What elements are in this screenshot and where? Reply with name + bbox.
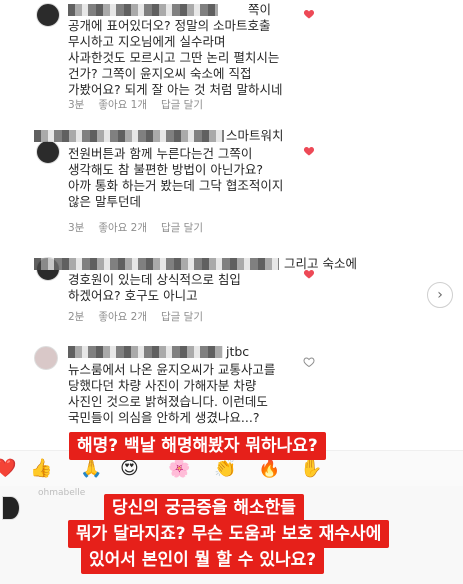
comment-meta: 2분 좋아요 2개 답글 달기: [68, 309, 203, 324]
flower-emoji[interactable]: 🌸: [168, 459, 190, 479]
heart-outline-icon[interactable]: [303, 356, 315, 368]
timestamp: 2분: [68, 311, 85, 323]
comment-2: 스마트워치 전원버튼과 함께 누른다는건 그쪽이 생각해도 참 불편한 방법이 …: [0, 128, 463, 238]
likes-count[interactable]: 좋아요 2개: [98, 309, 147, 324]
username-handle: ohmabelle: [38, 488, 86, 498]
reply-button[interactable]: 답글 달기: [161, 309, 203, 324]
comment-text: 전원버튼과 함께 누른다는건 그쪽이: [68, 146, 253, 161]
thumbs-up-emoji[interactable]: 👍: [30, 459, 52, 479]
comment-text: 공개에 표어있더오? 정말의 소마트호출: [68, 18, 271, 33]
comment-meta: 3분 좋아요 1개 답글 달기: [68, 97, 203, 112]
folded-hands-emoji[interactable]: 🙏: [80, 459, 102, 479]
story-caption-line-2: 뭐가 달라지죠? 무슨 도움과 보호 재수사에: [68, 520, 390, 548]
heart-icon[interactable]: [303, 8, 315, 20]
timestamp: 3분: [68, 222, 85, 234]
fire-emoji[interactable]: 🔥: [258, 459, 280, 479]
comment-text: 하겠어요? 호구도 아니고: [68, 288, 198, 303]
timestamp: 3분: [68, 99, 85, 111]
comment-text: 사과한것도 모르시고 그딴 논리 펼치시는: [68, 50, 280, 65]
avatar[interactable]: [36, 140, 60, 164]
story-caption-line-1: 당신의 궁금증을 해소한들: [104, 494, 304, 522]
raised-hand-emoji[interactable]: ✋: [300, 459, 322, 479]
clapping-hands-emoji[interactable]: 👏: [214, 459, 236, 479]
comment-text: 국민들이 의심을 안하게 생겼나요...?: [68, 410, 260, 425]
avatar[interactable]: [34, 346, 58, 370]
comment-meta: 3분 좋아요 2개 답글 달기: [68, 220, 203, 235]
heart-icon[interactable]: [303, 145, 315, 157]
comment-text: 그리고 숙소에: [284, 256, 357, 271]
redacted-username: [34, 258, 279, 270]
comment-text: 스마트워치: [226, 128, 284, 143]
comment-text: 뉴스룸에서 나온 윤지오씨가 교통사고를: [68, 362, 276, 377]
comment-text: jtbc: [226, 344, 250, 359]
story-caption-line-3: 있어서 본인이 뭘 할 수 있나요?: [81, 546, 325, 574]
comment-text: 당했다던 차량 사진이 가해자분 차량: [68, 378, 257, 393]
redacted-username: [34, 130, 224, 142]
comment-1: 쪽이 공개에 표어있더오? 정말의 소마트호출 무시하고 지오님에게 실수라며 …: [0, 0, 463, 112]
comment-text: 않은 말투던데: [68, 194, 141, 209]
story-caption-top: 해명? 백날 해명해봤자 뭐하나요?: [69, 432, 326, 460]
likes-count[interactable]: 좋아요 1개: [98, 97, 147, 112]
comment-4: jtbc 뉴스룸에서 나온 윤지오씨가 교통사고를 당했다던 차량 사진이 가해…: [0, 342, 463, 432]
comment-text: 건가? 그쪽이 윤지오씨 숙소에 직접: [68, 66, 252, 81]
heart-icon[interactable]: [303, 268, 315, 280]
comment-3: 그리고 숙소에 경호원이 있는데 상식적으로 침입 하겠어요? 호구도 아니고 …: [0, 256, 463, 326]
avatar[interactable]: [2, 496, 20, 520]
comment-text: 경호원이 있는데 상식적으로 침입: [68, 272, 241, 287]
redacted-username: [68, 346, 223, 358]
reply-button[interactable]: 답글 달기: [161, 97, 203, 112]
reply-button[interactable]: 답글 달기: [161, 220, 203, 235]
likes-count[interactable]: 좋아요 2개: [98, 220, 147, 235]
redacted-username: [68, 4, 218, 16]
comment-text: 무시하고 지오님에게 실수라며: [68, 34, 226, 49]
comment-text: 사진인 것으로 밝혀졌습니다. 이런데도: [68, 394, 268, 409]
avatar[interactable]: [36, 3, 60, 27]
comment-text: 생각해도 참 불편한 방법이 아닌가요?: [68, 162, 264, 177]
heart-eyes-emoji[interactable]: 😍: [120, 459, 139, 479]
red-heart-emoji[interactable]: ❤️: [0, 459, 16, 479]
chevron-right-icon[interactable]: ›: [427, 282, 453, 308]
comment-text: 아까 통화 하는거 봤는데 그닥 협조적이지: [68, 178, 284, 193]
comment-text: 가봤어요? 되게 잘 아는 것 처럼 말하시네: [68, 82, 283, 97]
comment-text: 쪽이: [248, 2, 272, 17]
